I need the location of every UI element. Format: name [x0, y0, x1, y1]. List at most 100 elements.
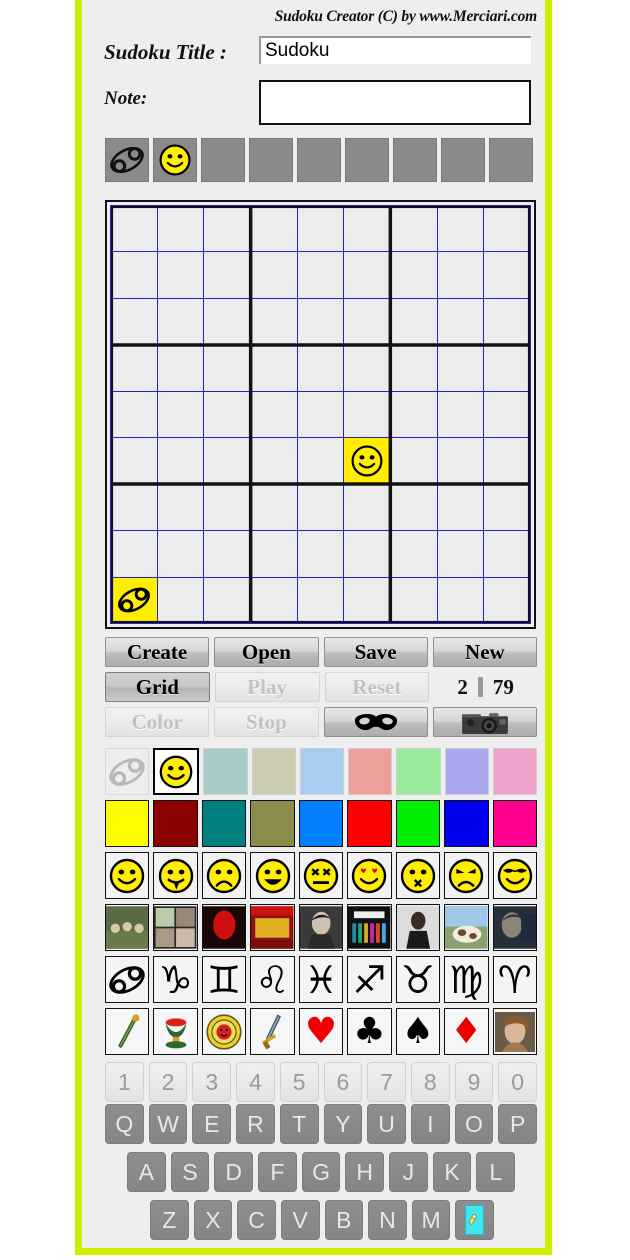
grid-cell-r6c5[interactable]: [297, 438, 344, 484]
grid-cell-r8c1[interactable]: [111, 531, 157, 577]
grid-cell-r6c9[interactable]: [484, 438, 530, 484]
sudoku-title-input[interactable]: [259, 36, 531, 64]
slot-smiley[interactable]: [153, 138, 197, 182]
grid-cell-r2c8[interactable]: [437, 252, 484, 298]
grid-cell-r7c4[interactable]: [251, 484, 297, 531]
grid-cell-r9c4[interactable]: [251, 577, 297, 623]
note-input[interactable]: [259, 80, 531, 125]
grid-cell-r2c3[interactable]: [204, 252, 250, 298]
grid-cell-r8c6[interactable]: [344, 531, 390, 577]
grid-cell-r1c9[interactable]: [484, 206, 530, 252]
slot-4[interactable]: [249, 138, 293, 182]
smiley-happy-icon[interactable]: [153, 748, 200, 795]
key-0[interactable]: 0: [498, 1062, 538, 1102]
album-doors-icon[interactable]: [250, 904, 295, 951]
grid-cell-r3c5[interactable]: [297, 298, 344, 345]
key-i[interactable]: I: [410, 1104, 450, 1144]
color-swatch[interactable]: [348, 748, 393, 795]
grid-cell-r3c3[interactable]: [204, 298, 250, 345]
key-e[interactable]: E: [192, 1104, 232, 1144]
grid-cell-r2c5[interactable]: [297, 252, 344, 298]
key-m[interactable]: M: [411, 1200, 451, 1240]
grid-cell-r8c2[interactable]: [157, 531, 204, 577]
slot-7[interactable]: [393, 138, 437, 182]
key-s[interactable]: S: [170, 1152, 210, 1192]
grid-cell-r8c5[interactable]: [297, 531, 344, 577]
tarot-sword-icon[interactable]: [250, 1008, 295, 1055]
key-d[interactable]: D: [214, 1152, 254, 1192]
grid-cell-r9c9[interactable]: [484, 577, 530, 623]
key-j[interactable]: J: [389, 1152, 428, 1192]
smiley-tongue-icon[interactable]: [153, 852, 198, 899]
tarot-pentacle-icon[interactable]: [201, 1008, 247, 1055]
key-8[interactable]: 8: [410, 1062, 450, 1102]
key-w[interactable]: W: [148, 1104, 188, 1144]
key-f[interactable]: F: [258, 1152, 297, 1192]
grid-cell-r3c4[interactable]: [251, 298, 297, 345]
color-swatch[interactable]: [299, 748, 345, 795]
color-swatch[interactable]: [492, 748, 537, 795]
slot-6[interactable]: [345, 138, 389, 182]
new-button[interactable]: New: [432, 637, 537, 667]
grid-cell-r3c7[interactable]: [391, 298, 437, 345]
album-elvis-icon[interactable]: [298, 904, 344, 951]
camera-button[interactable]: [432, 707, 537, 737]
grid-cell-r8c8[interactable]: [437, 531, 484, 577]
color-swatch[interactable]: [153, 800, 198, 847]
aries-zodiac-icon[interactable]: ♈: [492, 956, 537, 1003]
key-u[interactable]: U: [367, 1104, 406, 1144]
tarot-cup-icon[interactable]: [153, 1008, 198, 1055]
slot-cancer[interactable]: [105, 138, 149, 182]
grid-cell-r4c7[interactable]: [391, 345, 437, 391]
grid-cell-r4c1[interactable]: [111, 345, 157, 391]
album-band-photo-icon[interactable]: [105, 904, 150, 951]
grid-cell-r5c1[interactable]: [111, 391, 157, 438]
grid-cell-r8c4[interactable]: [251, 531, 297, 577]
key-b[interactable]: B: [324, 1200, 364, 1240]
key-q[interactable]: Q: [105, 1104, 144, 1144]
grid-cell-r9c2[interactable]: [157, 577, 204, 623]
smiley-love-icon[interactable]: [347, 852, 392, 899]
grid-cell-r5c6[interactable]: [344, 391, 390, 438]
grid-cell-r9c6[interactable]: [344, 577, 390, 623]
grid-cell-r1c7[interactable]: [391, 206, 437, 252]
grid-cell-r1c1[interactable]: [111, 206, 157, 252]
key-9[interactable]: 9: [454, 1062, 494, 1102]
key-6[interactable]: 6: [323, 1062, 363, 1102]
virgo-zodiac-icon[interactable]: ♍: [444, 956, 489, 1003]
tarot-wand-icon[interactable]: [105, 1008, 150, 1055]
key-x[interactable]: X: [193, 1200, 233, 1240]
grid-cell-r5c2[interactable]: [157, 391, 204, 438]
slot-8[interactable]: [441, 138, 485, 182]
album-cow-icon[interactable]: [444, 904, 489, 951]
album-portraits-icon[interactable]: [153, 904, 198, 951]
portrait-face-icon[interactable]: [492, 1008, 537, 1055]
grid-cell-r2c7[interactable]: [391, 252, 437, 298]
slot-9[interactable]: [489, 138, 533, 182]
open-button[interactable]: Open: [214, 637, 319, 667]
key-z[interactable]: Z: [150, 1200, 189, 1240]
grid-cell-r6c3[interactable]: [204, 438, 250, 484]
key-5[interactable]: 5: [279, 1062, 319, 1102]
color-swatch[interactable]: [250, 800, 295, 847]
grid-cell-r7c5[interactable]: [297, 484, 344, 531]
grid-cell-r5c8[interactable]: [437, 391, 484, 438]
color-swatch[interactable]: [492, 800, 537, 847]
key-n[interactable]: N: [368, 1200, 407, 1240]
grid-cell-r3c2[interactable]: [157, 298, 204, 345]
key-y[interactable]: Y: [323, 1104, 363, 1144]
grid-cell-r2c6[interactable]: [344, 252, 390, 298]
grid-cell-r9c5[interactable]: [297, 577, 344, 623]
grid-cell-r7c8[interactable]: [437, 484, 484, 531]
key-r[interactable]: R: [236, 1104, 275, 1144]
album-dylan-icon[interactable]: [492, 904, 537, 951]
grid-cell-r5c5[interactable]: [297, 391, 344, 438]
grid-cell-r6c6[interactable]: [344, 438, 390, 484]
grid-cell-r7c3[interactable]: [204, 484, 250, 531]
key-v[interactable]: V: [280, 1200, 320, 1240]
grid-cell-r5c3[interactable]: [204, 391, 250, 438]
color-swatch[interactable]: [251, 748, 296, 795]
clubs-suit-icon[interactable]: ♣: [347, 1008, 392, 1055]
grid-cell-r9c7[interactable]: [391, 577, 437, 623]
grid-cell-r1c5[interactable]: [297, 206, 344, 252]
